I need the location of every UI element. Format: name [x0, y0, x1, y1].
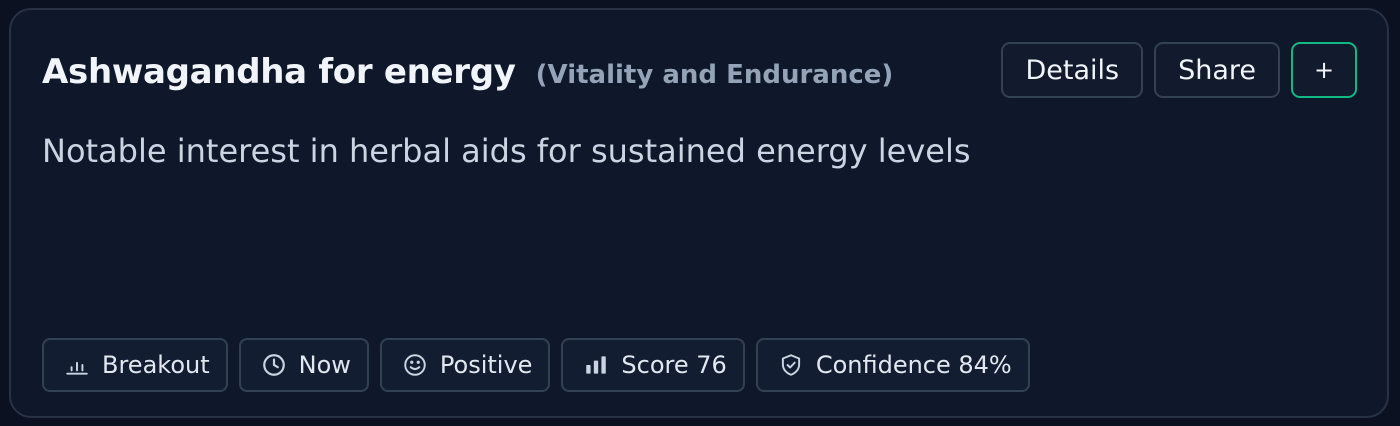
signal-bars-icon — [586, 356, 607, 374]
tag-label: Positive — [439, 351, 533, 379]
tag-positive: Positive — [379, 338, 551, 392]
tag-label: Score 76 — [621, 351, 727, 379]
tag-confidence: Confidence 84% — [755, 338, 1030, 392]
tag-label: Confidence 84% — [815, 351, 1012, 379]
clock-icon — [262, 354, 285, 376]
tag-score: Score 76 — [561, 338, 745, 392]
trend-category: (Vitality and Endurance) — [535, 60, 894, 90]
smiley-icon — [404, 354, 426, 376]
bar-chart-icon — [66, 361, 88, 375]
tag-now: Now — [238, 338, 369, 392]
share-button[interactable]: Share — [1154, 42, 1280, 98]
shield-check-icon — [781, 354, 800, 376]
tag-label: Breakout — [102, 351, 210, 379]
details-button[interactable]: Details — [1001, 42, 1144, 98]
add-button[interactable]: + — [1291, 42, 1357, 98]
tag-breakout: Breakout — [42, 338, 228, 392]
trend-title: Ashwagandha for energy — [42, 52, 516, 92]
tag-label: Now — [298, 351, 351, 379]
tag-list: Breakout Now Positive Score 76 Confidenc… — [42, 338, 1030, 392]
title-row: Ashwagandha for energy (Vitality and End… — [42, 52, 893, 92]
card-actions: Details Share + — [1001, 42, 1357, 98]
trend-card: Ashwagandha for energy (Vitality and End… — [9, 8, 1389, 418]
trend-description: Notable interest in herbal aids for sust… — [42, 132, 971, 170]
